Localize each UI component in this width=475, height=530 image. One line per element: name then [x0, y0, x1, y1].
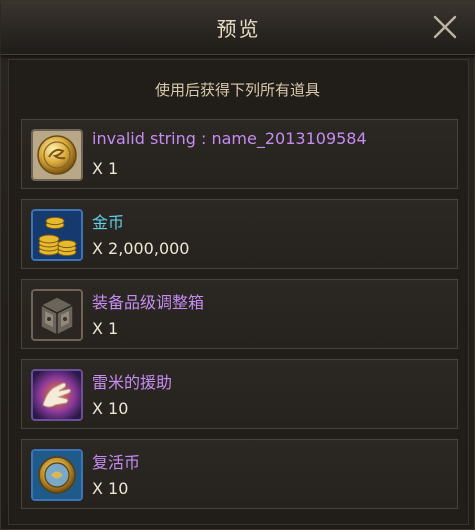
item-quantity: X 10	[92, 399, 129, 418]
item-quantity: X 2,000,000	[92, 239, 190, 258]
equipment-box-icon	[33, 291, 81, 339]
dialog-header: 预览	[1, 1, 475, 55]
gold-medal-icon	[33, 131, 81, 179]
revive-coin-icon	[33, 451, 81, 499]
reward-item[interactable]: invalid string : name_2013109584 X 1	[21, 119, 458, 189]
item-quantity: X 1	[92, 159, 119, 178]
reward-item[interactable]: 雷米的援助 X 10	[21, 359, 458, 429]
close-icon	[433, 15, 457, 39]
preview-dialog: 预览 使用后获得下列所有道具 invalid string: name_201…	[0, 0, 475, 530]
item-name: 复活币	[92, 453, 141, 472]
item-icon-frame	[31, 449, 83, 501]
item-name: 雷米的援助	[92, 373, 173, 392]
item-icon-frame	[31, 209, 83, 261]
item-name: invalid string : name_2013109584	[92, 129, 367, 148]
item-name: 金币	[92, 213, 125, 232]
dialog-subtitle: 使用后获得下列所有道具	[154, 81, 320, 99]
item-icon-frame	[31, 289, 83, 341]
reward-item[interactable]: 金币 X 2,000,000	[21, 199, 458, 269]
reward-item[interactable]: 装备品级调整箱 X 1	[21, 279, 458, 349]
close-button[interactable]	[432, 14, 458, 40]
helping-hand-icon	[33, 371, 81, 419]
reward-item[interactable]: 复活币 X 10	[21, 439, 458, 509]
item-quantity: X 1	[92, 319, 119, 338]
gold-coins-icon	[33, 211, 81, 259]
item-icon-frame	[31, 369, 83, 421]
reward-list: invalid string : name_2013109584 X 1 金币 …	[21, 119, 458, 519]
item-icon-frame	[31, 129, 83, 181]
dialog-title: 预览	[216, 17, 261, 41]
item-name: 装备品级调整箱	[92, 293, 205, 312]
item-quantity: X 10	[92, 479, 129, 498]
